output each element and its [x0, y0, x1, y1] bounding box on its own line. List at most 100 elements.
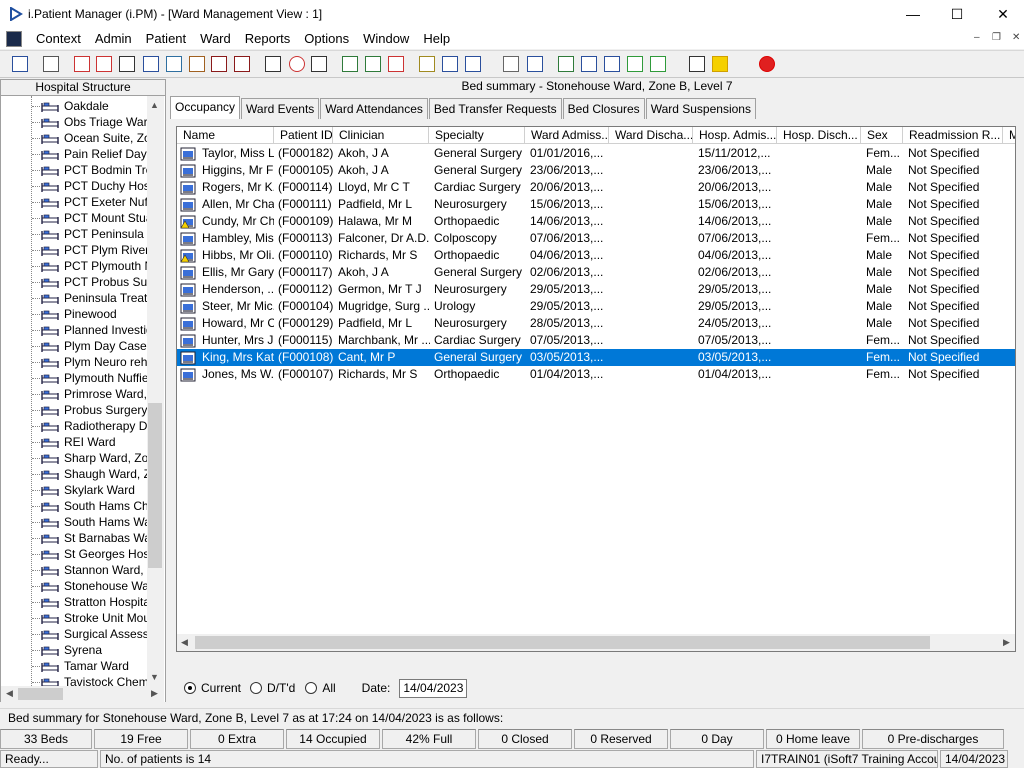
table-row[interactable]: King, Mrs Kat... (F000108) Cant, Mr P Gener…: [177, 349, 1015, 366]
tree-item-ward[interactable]: Oakdale: [1, 98, 149, 114]
user-search-icon[interactable]: [10, 53, 30, 75]
print-icon[interactable]: [41, 53, 61, 75]
screen-a-icon[interactable]: [340, 53, 360, 75]
tree-item-ward[interactable]: Stratton Hospital: [1, 594, 149, 610]
tree-item-ward[interactable]: Stonehouse Ward: [1, 578, 149, 594]
tree-item-ward[interactable]: PCT Mount Stuar: [1, 210, 149, 226]
tree-item-ward[interactable]: South Hams Cher: [1, 498, 149, 514]
tree-item-ward[interactable]: Obs Triage Ward: [1, 114, 149, 130]
mdi-close-button[interactable]: ✕: [1012, 32, 1020, 43]
scroll-thumb[interactable]: [195, 636, 930, 649]
menu-ward[interactable]: Ward: [193, 28, 238, 49]
calculator-icon[interactable]: [309, 53, 329, 75]
checklist-b-icon[interactable]: [602, 53, 622, 75]
column-header[interactable]: Hosp. Admis...: [693, 127, 777, 144]
column-header[interactable]: Ward Admiss...: [525, 127, 609, 144]
scroll-up-icon[interactable]: ▲: [150, 100, 159, 110]
table-row[interactable]: Henderson, ... (F000112) Germon, Mr T J Neu…: [177, 281, 1015, 298]
close-button[interactable]: ✕: [980, 0, 1024, 28]
warning-icon[interactable]: [710, 53, 730, 75]
column-header[interactable]: Clinician: [333, 127, 429, 144]
tree-item-ward[interactable]: Surgical Assessm: [1, 626, 149, 642]
notes-icon[interactable]: [187, 53, 207, 75]
document-icon[interactable]: [501, 53, 521, 75]
column-header[interactable]: Sex: [861, 127, 903, 144]
tree-item-ward[interactable]: Stannon Ward, Z: [1, 562, 149, 578]
table-row[interactable]: Higgins, Mr Fr... (F000105) Akoh, J A Gener…: [177, 162, 1015, 179]
bed-icon[interactable]: [440, 53, 460, 75]
menu-patient[interactable]: Patient: [139, 28, 193, 49]
tree-item-ward[interactable]: PCT Exeter Nuffie: [1, 194, 149, 210]
column-header[interactable]: Patient ID: [274, 127, 333, 144]
tree-item-ward[interactable]: PCT Plym River F: [1, 242, 149, 258]
menu-options[interactable]: Options: [297, 28, 356, 49]
tree-item-ward[interactable]: St Barnabas War: [1, 530, 149, 546]
tree-item-ward[interactable]: Pain Relief Day C: [1, 146, 149, 162]
tree-item-ward[interactable]: Ocean Suite, Zon: [1, 130, 149, 146]
scroll-thumb[interactable]: [148, 403, 162, 568]
radio-dtd[interactable]: [250, 682, 263, 694]
tree-item-ward[interactable]: St Georges Hosp: [1, 546, 149, 562]
tree-vertical-scrollbar[interactable]: ▲ ▼: [147, 96, 164, 686]
tree-item-ward[interactable]: Syrena: [1, 642, 149, 658]
tab-bed-transfer-requests[interactable]: Bed Transfer Requests: [428, 98, 562, 119]
tree-item-ward[interactable]: Skylark Ward: [1, 482, 149, 498]
notepad-icon[interactable]: [417, 53, 437, 75]
tree-item-ward[interactable]: Planned Investig: [1, 322, 149, 338]
bed-person-icon[interactable]: [463, 53, 483, 75]
tree-item-ward[interactable]: PCT Duchy Hosp: [1, 178, 149, 194]
scroll-right-icon[interactable]: ▶: [1003, 637, 1010, 648]
scroll-thumb[interactable]: [18, 688, 63, 700]
tab-ward-events[interactable]: Ward Events: [241, 98, 320, 119]
menu-admin[interactable]: Admin: [88, 28, 139, 49]
tree-item-ward[interactable]: Primrose Ward, Z: [1, 386, 149, 402]
menu-window[interactable]: Window: [356, 28, 416, 49]
ambulance-b-icon[interactable]: [232, 53, 252, 75]
transfer-icon[interactable]: [687, 53, 707, 75]
mdi-restore-button[interactable]: ❐: [992, 32, 1001, 43]
tree-item-ward[interactable]: Stroke Unit Mour: [1, 610, 149, 626]
table-row[interactable]: Steer, Mr Mic... (F000104) Mugridge, Surg …: [177, 298, 1015, 315]
column-header[interactable]: Ward Discha...: [609, 127, 693, 144]
menu-help[interactable]: Help: [416, 28, 457, 49]
tab-ward-attendances[interactable]: Ward Attendances: [320, 98, 428, 119]
tree-item-ward[interactable]: Plym Day Case U: [1, 338, 149, 354]
mdi-document-icon[interactable]: [6, 30, 22, 47]
card-list-icon[interactable]: [117, 53, 137, 75]
tree-item-ward[interactable]: Radiotherapy Day: [1, 418, 149, 434]
maximize-button[interactable]: ☐: [934, 0, 980, 28]
tree-horizontal-scrollbar[interactable]: ◀ ▶: [1, 686, 164, 702]
globe-icon[interactable]: [556, 53, 576, 75]
date-field[interactable]: 14/04/2023: [399, 678, 468, 698]
patient-card-icon[interactable]: [164, 53, 184, 75]
scroll-left-icon[interactable]: ◀: [181, 637, 188, 648]
tab-bed-closures[interactable]: Bed Closures: [562, 98, 645, 119]
tree-item-ward[interactable]: Tamar Ward: [1, 658, 149, 674]
table-row[interactable]: Cundy, Mr Ch... (F000109) Halawa, Mr M Orth…: [177, 213, 1015, 230]
table-row[interactable]: Ellis, Mr Gary (F000117) Akoh, J A General …: [177, 264, 1015, 281]
ambulance-icon[interactable]: [209, 53, 229, 75]
tree-item-ward[interactable]: PCT Plymouth Nu: [1, 258, 149, 274]
clock-icon[interactable]: [287, 53, 307, 75]
radio-current[interactable]: [184, 682, 196, 694]
scroll-right-icon[interactable]: ▶: [151, 688, 158, 699]
magnify-icon[interactable]: [263, 53, 283, 75]
tree-item-ward[interactable]: South Hams War: [1, 514, 149, 530]
mdi-minimize-button[interactable]: –: [974, 32, 980, 43]
column-header[interactable]: M: [1003, 127, 1015, 144]
tree-item-ward[interactable]: PCT Peninsula Tr: [1, 226, 149, 242]
tree-item-ward[interactable]: Plymouth Nuffield: [1, 370, 149, 386]
table-row[interactable]: Hibbs, Mr Oli... (F000110) Richards, Mr S O…: [177, 247, 1015, 264]
table-row[interactable]: Hunter, Mrs J... (F000115) Marchbank, Mr .…: [177, 332, 1015, 349]
tree-item-ward[interactable]: Peninsula Treatm: [1, 290, 149, 306]
menu-context[interactable]: Context: [29, 28, 88, 49]
tab-occupancy[interactable]: Occupancy: [170, 96, 241, 119]
scroll-left-icon[interactable]: ◀: [6, 688, 13, 699]
tree-item-ward[interactable]: REI Ward: [1, 434, 149, 450]
green-arrow-b-icon[interactable]: [648, 53, 668, 75]
menu-reports[interactable]: Reports: [238, 28, 298, 49]
column-header[interactable]: Name: [177, 127, 274, 144]
screen-b-icon[interactable]: [363, 53, 383, 75]
table-row[interactable]: Jones, Ms W... (F000107) Richards, Mr S Ort…: [177, 366, 1015, 383]
green-arrow-icon[interactable]: [625, 53, 645, 75]
